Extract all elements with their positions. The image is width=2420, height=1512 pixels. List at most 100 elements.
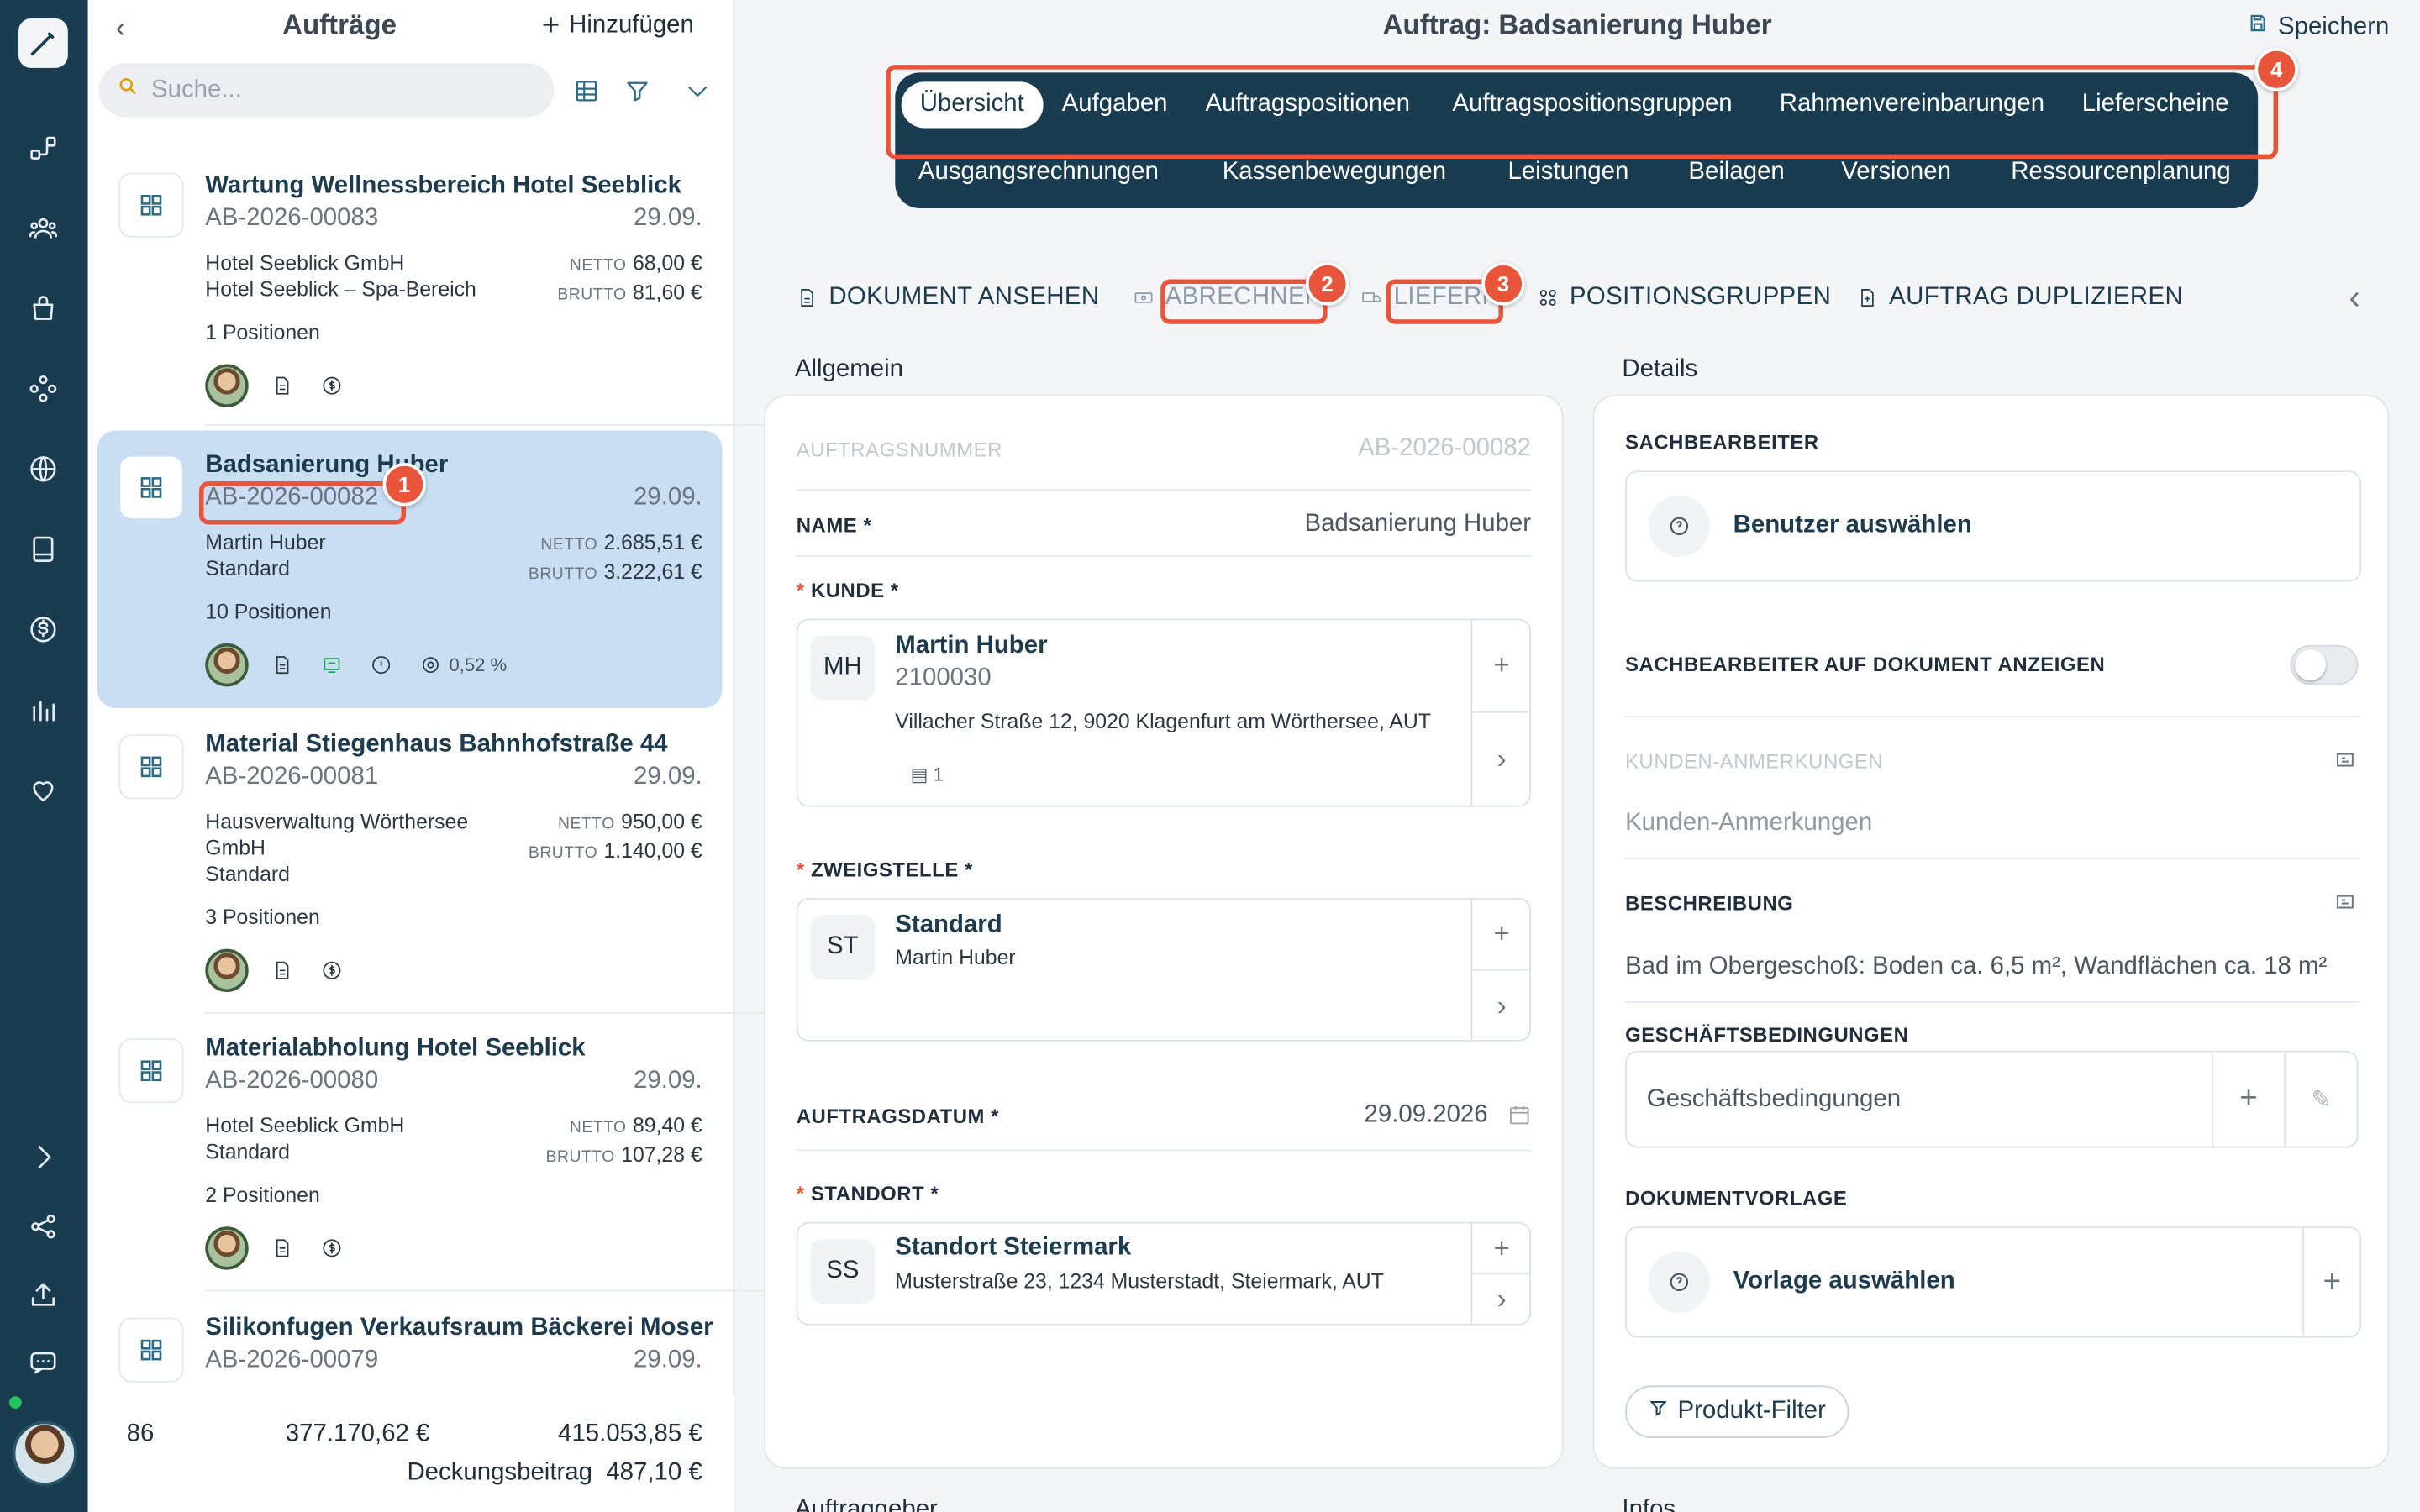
table-view-icon[interactable] bbox=[572, 77, 600, 105]
view-document-button[interactable]: DOKUMENT ANSEHEN bbox=[797, 284, 1100, 312]
document-icon bbox=[267, 649, 298, 680]
logo-pencil-icon[interactable] bbox=[18, 18, 68, 68]
save-button[interactable]: Speichern bbox=[2247, 13, 2389, 42]
tab-leistungen[interactable]: Leistungen bbox=[1507, 159, 1628, 186]
order-customer: Hotel Seeblick GmbH Standard bbox=[205, 1112, 404, 1164]
order-meta-icons: 0,52 % bbox=[205, 643, 507, 687]
customer-documents: ▤ 1 bbox=[911, 764, 944, 785]
customer-name: Hausverwaltung Wörthersee bbox=[205, 810, 469, 833]
order-count: 86 bbox=[126, 1420, 155, 1447]
modules-icon[interactable] bbox=[24, 370, 61, 407]
order-card[interactable]: Silikonfugen Verkaufsraum Bäckerei Moser… bbox=[97, 1293, 723, 1401]
customer-selector[interactable]: MH Martin Huber 2100030 Villacher Straße… bbox=[796, 618, 1532, 807]
clerk-selector[interactable]: Benutzer auswählen bbox=[1625, 470, 2362, 582]
calendar-icon[interactable] bbox=[1507, 1103, 1531, 1134]
expand-icon[interactable] bbox=[2335, 892, 2355, 920]
customer-detail: Standard bbox=[205, 1140, 290, 1163]
tab-kassenbewegungen[interactable]: Kassenbewegungen bbox=[1223, 159, 1446, 186]
tab-beilagen[interactable]: Beilagen bbox=[1688, 159, 1784, 186]
dollar-icon[interactable] bbox=[24, 611, 61, 648]
chart-icon[interactable] bbox=[24, 691, 61, 728]
page-title: Auftrag: Badsanierung Huber bbox=[1382, 9, 1772, 40]
money-icon bbox=[1134, 292, 1153, 303]
order-amounts: NETTO 68,00 € BRUTTO 81,60 € bbox=[557, 250, 702, 309]
tab-ressourcenplanung[interactable]: Ressourcenplanung bbox=[2011, 159, 2230, 186]
order-card[interactable]: Material Stiegenhaus Bahnhofstraße 44 AB… bbox=[97, 710, 723, 1006]
netto-total: 377.170,62 € bbox=[285, 1420, 430, 1447]
branch-selector[interactable]: ST Standard Martin Huber + › bbox=[796, 897, 1532, 1042]
name-input[interactable]: Badsanierung Huber bbox=[1304, 511, 1531, 538]
tab-versionen[interactable]: Versionen bbox=[1841, 159, 1951, 186]
share-icon[interactable] bbox=[24, 1208, 61, 1245]
chevron-right-icon[interactable] bbox=[24, 1139, 61, 1176]
open-branch-chevron-icon[interactable]: › bbox=[1472, 970, 1531, 1041]
heart-icon[interactable] bbox=[24, 771, 61, 808]
description-input[interactable]: Bad im Obergeschoß: Boden ca. 6,5 m², Wa… bbox=[1625, 953, 2327, 981]
open-customer-chevron-icon[interactable]: › bbox=[1472, 713, 1531, 806]
user-avatar[interactable] bbox=[12, 1420, 77, 1486]
add-terms-icon[interactable]: + bbox=[2212, 1052, 2284, 1147]
order-detail: Auftrag: Badsanierung Huber Speichern Üb… bbox=[734, 0, 2420, 1512]
flow-icon[interactable] bbox=[24, 129, 61, 166]
grid-icon bbox=[118, 734, 184, 800]
terms-placeholder: Geschäftsbedingungen bbox=[1646, 1086, 1902, 1113]
collapse-chevron-icon[interactable]: ‹ bbox=[2349, 278, 2360, 318]
product-filter-label: Produkt-Filter bbox=[1677, 1398, 1826, 1425]
order-meta-icons bbox=[205, 1226, 347, 1270]
general-panel: AUFTRAGSNUMMER AB-2026-00082 NAME * Bads… bbox=[764, 395, 1564, 1469]
divider bbox=[205, 1289, 792, 1292]
order-positions: 2 Positionen bbox=[205, 1183, 320, 1207]
position-groups-button[interactable]: POSITIONSGRUPPEN bbox=[1537, 284, 1831, 312]
customer-number: 2100030 bbox=[895, 664, 992, 691]
order-date-label: AUFTRAGSDATUM * bbox=[796, 1105, 1000, 1128]
bag-icon[interactable] bbox=[24, 290, 61, 327]
chat-icon[interactable] bbox=[24, 1344, 61, 1381]
open-site-chevron-icon[interactable]: › bbox=[1472, 1274, 1531, 1326]
upload-icon[interactable] bbox=[24, 1276, 61, 1313]
add-site-icon[interactable]: + bbox=[1472, 1224, 1532, 1275]
add-customer-icon[interactable]: + bbox=[1472, 620, 1532, 713]
users-icon[interactable] bbox=[24, 210, 61, 247]
book-icon[interactable] bbox=[24, 531, 61, 568]
order-card[interactable]: Materialabholung Hotel Seeblick AB-2026-… bbox=[97, 1014, 723, 1284]
filter-icon[interactable] bbox=[623, 77, 651, 105]
document-icon bbox=[801, 288, 813, 307]
branch-actions: + › bbox=[1470, 899, 1532, 1041]
db-value: 487,10 € bbox=[606, 1459, 702, 1486]
brutto-label: BRUTTO bbox=[557, 285, 627, 304]
order-amounts: NETTO 950,00 € BRUTTO 1.140,00 € bbox=[529, 808, 702, 867]
order-title: Material Stiegenhaus Bahnhofstraße 44 bbox=[205, 731, 668, 758]
site-address: Musterstraße 23, 1234 Musterstadt, Steie… bbox=[895, 1269, 1384, 1294]
brutto-total: 415.053,85 € bbox=[558, 1420, 702, 1447]
name-label: NAME * bbox=[796, 513, 872, 538]
order-card[interactable]: Wartung Wellnessbereich Hotel Seeblick A… bbox=[97, 148, 723, 417]
site-name: Standort Steiermark bbox=[895, 1234, 1132, 1261]
chevron-down-icon[interactable] bbox=[684, 77, 712, 105]
edit-pencil-icon[interactable]: ✎ bbox=[2284, 1052, 2356, 1147]
template-selector[interactable]: Vorlage auswählen + bbox=[1625, 1226, 2362, 1338]
duplicate-order-button[interactable]: AUFTRAG DUPLIZIEREN bbox=[1857, 284, 2183, 312]
add-branch-icon[interactable]: + bbox=[1472, 900, 1532, 971]
remarks-input[interactable]: Kunden-Anmerkungen bbox=[1625, 810, 1872, 837]
order-date-input[interactable]: 29.09.2026 bbox=[1365, 1101, 1488, 1129]
terms-selector[interactable]: Geschäftsbedingungen + ✎ bbox=[1625, 1050, 2359, 1148]
brutto-label: BRUTTO bbox=[528, 843, 598, 863]
show-clerk-toggle[interactable] bbox=[2290, 644, 2359, 685]
add-template-icon[interactable]: + bbox=[2302, 1228, 2360, 1336]
expand-icon[interactable] bbox=[2335, 750, 2355, 778]
search-field[interactable] bbox=[98, 63, 555, 118]
divider bbox=[796, 489, 1532, 491]
site-selector[interactable]: SS Standort Steiermark Musterstraße 23, … bbox=[796, 1221, 1532, 1326]
product-filter-button[interactable]: Produkt-Filter bbox=[1625, 1385, 1849, 1438]
netto-value: 68,00 € bbox=[632, 251, 702, 275]
highlight-order-number bbox=[198, 481, 407, 525]
tab-ausgangsrechnungen[interactable]: Ausgangsrechnungen bbox=[918, 159, 1159, 186]
globe-icon[interactable] bbox=[24, 450, 61, 487]
add-order-button[interactable]: + Hinzufügen bbox=[542, 11, 694, 42]
brutto-label: BRUTTO bbox=[528, 564, 598, 584]
step-badge-1: 1 bbox=[382, 463, 426, 507]
search-input[interactable] bbox=[151, 76, 522, 104]
assignee-avatar bbox=[205, 1226, 249, 1270]
clipboard-icon: ▤ bbox=[910, 764, 929, 785]
customer-name-cont: GmbH bbox=[205, 836, 266, 860]
